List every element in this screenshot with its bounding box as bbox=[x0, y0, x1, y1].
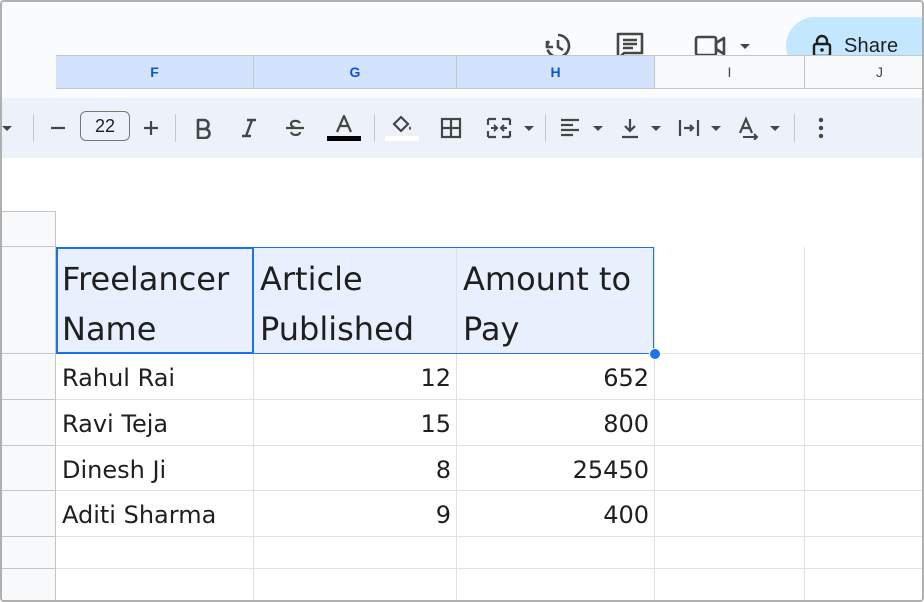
empty-cell[interactable] bbox=[655, 354, 805, 400]
empty-cell[interactable] bbox=[457, 537, 655, 569]
chevron-down-icon[interactable] bbox=[518, 112, 540, 144]
font-size-input[interactable]: 22 bbox=[80, 111, 130, 141]
toolbar-divider bbox=[175, 114, 176, 142]
table-cell[interactable]: 25450 bbox=[457, 446, 655, 491]
empty-cell[interactable] bbox=[254, 537, 457, 569]
empty-cell[interactable] bbox=[655, 400, 805, 446]
text-color-icon[interactable] bbox=[325, 112, 363, 144]
empty-cell[interactable] bbox=[655, 446, 805, 491]
table-cell[interactable]: Ravi Teja bbox=[56, 400, 254, 446]
column-header-h[interactable]: H bbox=[457, 55, 655, 89]
select-all-corner[interactable] bbox=[2, 211, 56, 247]
table-cell[interactable]: Rahul Rai bbox=[56, 354, 254, 400]
table-cell[interactable]: 800 bbox=[457, 400, 655, 446]
fill-handle[interactable] bbox=[649, 348, 661, 360]
table-cell[interactable]: Dinesh Ji bbox=[56, 446, 254, 491]
row-header[interactable] bbox=[2, 537, 56, 569]
chevron-down-icon[interactable] bbox=[645, 112, 667, 144]
toolbar-divider bbox=[794, 114, 795, 142]
table-cell[interactable]: 652 bbox=[457, 354, 655, 400]
empty-cell[interactable] bbox=[805, 491, 922, 537]
merge-cells-icon[interactable] bbox=[484, 112, 514, 144]
empty-cell[interactable] bbox=[254, 569, 457, 600]
empty-cell[interactable] bbox=[805, 354, 922, 400]
column-header-i[interactable]: I bbox=[655, 55, 805, 89]
fill-color-icon[interactable] bbox=[384, 112, 420, 144]
bold-icon[interactable] bbox=[188, 112, 218, 144]
chevron-down-icon[interactable] bbox=[764, 112, 786, 144]
empty-cell[interactable] bbox=[655, 491, 805, 537]
row-header[interactable] bbox=[2, 247, 56, 354]
empty-cell[interactable] bbox=[655, 247, 805, 354]
empty-cell[interactable] bbox=[457, 569, 655, 600]
text-rotation-icon[interactable] bbox=[734, 112, 764, 144]
empty-cell[interactable] bbox=[805, 247, 922, 354]
empty-cell[interactable] bbox=[805, 569, 922, 600]
table-cell[interactable]: 15 bbox=[254, 400, 457, 446]
strikethrough-icon[interactable] bbox=[280, 112, 310, 144]
more-options-icon[interactable] bbox=[807, 112, 835, 144]
minus-icon[interactable] bbox=[44, 112, 72, 144]
text-wrapping-icon[interactable] bbox=[674, 112, 704, 144]
row-header[interactable] bbox=[2, 569, 56, 600]
borders-icon[interactable] bbox=[436, 112, 466, 144]
horizontal-align-icon[interactable] bbox=[555, 112, 585, 144]
vertical-align-icon[interactable] bbox=[615, 112, 645, 144]
empty-cell[interactable] bbox=[655, 537, 805, 569]
fill-color-swatch bbox=[385, 136, 419, 141]
row-header[interactable] bbox=[2, 400, 56, 446]
cell-article-published-header[interactable]: Article Published bbox=[254, 247, 457, 354]
toolbar-divider bbox=[374, 114, 375, 142]
cell-amount-to-pay-header[interactable]: Amount to Pay bbox=[457, 247, 655, 354]
toolbar-divider bbox=[545, 114, 546, 142]
table-cell[interactable]: 12 bbox=[254, 354, 457, 400]
row-header[interactable] bbox=[2, 446, 56, 491]
table-cell[interactable]: Aditi Sharma bbox=[56, 491, 254, 537]
row-header[interactable] bbox=[2, 491, 56, 537]
column-header-g[interactable]: G bbox=[254, 55, 457, 89]
chevron-down-icon[interactable] bbox=[705, 112, 727, 144]
plus-icon[interactable] bbox=[137, 112, 165, 144]
text-color-swatch bbox=[327, 136, 361, 141]
italic-icon[interactable] bbox=[234, 112, 264, 144]
chevron-down-icon[interactable] bbox=[2, 112, 12, 144]
toolbar-divider bbox=[33, 114, 34, 142]
table-cell[interactable]: 400 bbox=[457, 491, 655, 537]
table-cell[interactable]: 9 bbox=[254, 491, 457, 537]
chevron-down-icon[interactable] bbox=[587, 112, 609, 144]
empty-cell[interactable] bbox=[805, 446, 922, 491]
cell-freelancer-name-header[interactable]: Freelancer Name bbox=[56, 247, 254, 354]
column-header-j[interactable]: J bbox=[805, 55, 922, 89]
empty-cell[interactable] bbox=[655, 569, 805, 600]
column-header-f[interactable]: F bbox=[56, 55, 254, 89]
table-cell[interactable]: 8 bbox=[254, 446, 457, 491]
app-window: Share 22 F G H I J Freelancer Name Artic… bbox=[0, 0, 924, 602]
empty-cell[interactable] bbox=[805, 537, 922, 569]
formatting-toolbar: 22 bbox=[2, 98, 922, 158]
row-header[interactable] bbox=[2, 354, 56, 400]
empty-cell[interactable] bbox=[805, 400, 922, 446]
empty-cell[interactable] bbox=[56, 569, 254, 600]
empty-cell[interactable] bbox=[56, 537, 254, 569]
